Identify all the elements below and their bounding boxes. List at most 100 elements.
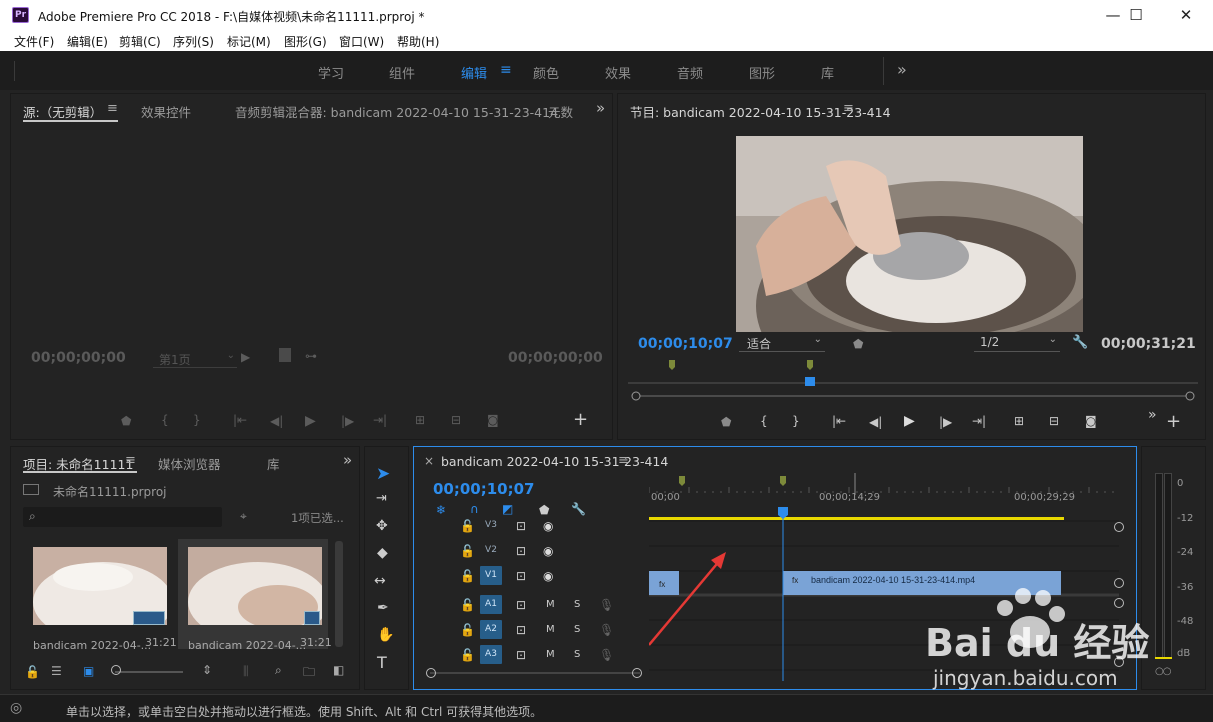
go-to-in-icon[interactable]: |⇤ xyxy=(233,413,247,427)
lift-icon[interactable]: ⊞ xyxy=(1014,414,1024,428)
menu-clip[interactable]: 剪辑(C) xyxy=(119,33,161,50)
close-button[interactable]: ✕ xyxy=(1159,0,1213,30)
toggle-output-eye-icon[interactable]: ◉ xyxy=(543,544,553,558)
workspace-more-button[interactable]: » xyxy=(897,60,907,79)
mark-in-icon[interactable]: { xyxy=(161,413,169,427)
snap-icon[interactable]: ∩ xyxy=(470,502,479,516)
track-lock-icon[interactable]: 🔓 xyxy=(460,569,475,583)
sync-lock-icon[interactable]: ⊡ xyxy=(516,519,526,533)
camera-icon[interactable]: ◙ xyxy=(487,413,499,427)
list-view-icon[interactable]: ☰ xyxy=(51,664,62,678)
step-back-icon[interactable]: ◀| xyxy=(869,415,882,429)
step-back-icon[interactable]: ◀| xyxy=(270,414,283,428)
insert-icon[interactable]: ⊞ xyxy=(415,413,425,427)
menu-graphics[interactable]: 图形(G) xyxy=(284,33,327,50)
menu-marker[interactable]: 标记(M) xyxy=(227,33,271,50)
new-item-icon[interactable]: ◧ xyxy=(333,663,344,677)
maximize-button[interactable]: ☐ xyxy=(1113,0,1159,30)
menu-file[interactable]: 文件(F) xyxy=(14,33,54,50)
drag-icon[interactable]: ⊶ xyxy=(305,349,317,363)
close-sequence-icon[interactable]: × xyxy=(424,454,434,468)
find-icon[interactable]: ⌖ xyxy=(240,509,247,524)
sort-icon[interactable]: ⇕ xyxy=(202,663,212,677)
track-target-a2[interactable]: A2 xyxy=(480,620,502,639)
timeline-current-timecode[interactable]: 00;00;10;07 xyxy=(433,480,535,498)
mark-out-icon[interactable]: } xyxy=(792,414,800,428)
track-select-tool-icon[interactable]: ⇥ xyxy=(376,491,387,506)
project-scrollbar[interactable] xyxy=(335,541,343,647)
workspace-learn[interactable]: 学习 xyxy=(318,63,344,82)
track-lock-icon[interactable]: 🔓 xyxy=(460,598,475,612)
horizontal-scrollbar[interactable] xyxy=(430,672,640,674)
tab-audio-clip-mixer[interactable]: 音频剪辑混合器: bandicam 2022-04-10 15-31-23-41… xyxy=(235,102,558,121)
icon-view-icon[interactable]: ▣ xyxy=(83,664,94,678)
play-icon[interactable]: ▶ xyxy=(904,413,915,429)
sync-lock-icon[interactable]: ⊡ xyxy=(516,648,526,662)
mute-button[interactable]: M xyxy=(546,624,555,635)
project-search-input[interactable]: ⌕ xyxy=(23,507,222,527)
mark-out-icon[interactable]: } xyxy=(193,413,201,427)
menu-edit[interactable]: 编辑(E) xyxy=(67,33,108,50)
sync-lock-icon[interactable]: ⊡ xyxy=(516,598,526,612)
track-lock-icon[interactable]: 🔓 xyxy=(460,544,475,558)
track-target-v1[interactable]: V1 xyxy=(480,566,502,585)
workspace-graphics[interactable]: 图形 xyxy=(749,63,775,82)
add-button-icon[interactable]: + xyxy=(573,409,588,430)
project-tab-menu-icon[interactable]: ≡ xyxy=(125,453,136,468)
scroll-handle-left[interactable] xyxy=(426,668,436,678)
track-target-v3[interactable]: V3 xyxy=(480,516,502,535)
wrench-icon[interactable]: 🔧 xyxy=(1072,335,1088,350)
track-lock-icon[interactable]: 🔓 xyxy=(460,623,475,637)
zoom-fit-select[interactable]: 适合 ⌄ xyxy=(739,334,825,352)
slip-tool-icon[interactable]: ↔ xyxy=(374,573,386,589)
type-tool-icon[interactable]: T xyxy=(377,653,387,672)
linked-selection-icon[interactable]: ◩ xyxy=(502,502,513,516)
lock-icon[interactable]: 🔓 xyxy=(25,665,40,679)
go-to-in-icon[interactable]: |⇤ xyxy=(832,414,846,428)
add-button-icon[interactable]: + xyxy=(1166,411,1181,432)
pen-tool-icon[interactable]: ✒ xyxy=(377,600,389,616)
program-mini-ruler[interactable] xyxy=(628,356,1198,404)
ripple-edit-tool-icon[interactable]: ✥ xyxy=(376,518,388,534)
solo-button[interactable]: S xyxy=(574,649,580,660)
marker-icon[interactable]: ⬟ xyxy=(721,415,731,429)
program-tab-menu-icon[interactable]: ≡ xyxy=(843,101,854,116)
project-item[interactable]: bandicam 2022-04-... 31:21 xyxy=(23,539,177,652)
sync-lock-icon[interactable]: ⊡ xyxy=(516,569,526,583)
sync-lock-icon[interactable]: ⊡ xyxy=(516,623,526,637)
workspace-libraries[interactable]: 库 xyxy=(821,63,834,82)
workspace-assembly[interactable]: 组件 xyxy=(389,63,415,82)
track-target-a1[interactable]: A1 xyxy=(480,595,502,614)
workspace-audio[interactable]: 音频 xyxy=(677,63,703,82)
hand-tool-icon[interactable]: ✋ xyxy=(377,627,394,643)
track-target-a3[interactable]: A3 xyxy=(480,645,502,664)
marker-icon[interactable]: ⬟ xyxy=(853,337,863,351)
track-target-v2[interactable]: V2 xyxy=(480,541,502,560)
video-vertical-scroll-handle[interactable] xyxy=(1114,522,1124,532)
tab-effect-controls[interactable]: 效果控件 xyxy=(141,102,191,121)
mute-button[interactable]: M xyxy=(546,649,555,660)
solo-button[interactable]: S xyxy=(574,624,580,635)
workspace-effects[interactable]: 效果 xyxy=(605,63,631,82)
add-marker-icon[interactable]: ⬟ xyxy=(539,503,549,517)
new-bin-icon[interactable]: 🗀 xyxy=(303,663,315,684)
menu-help[interactable]: 帮助(H) xyxy=(397,33,439,50)
zoom-slider[interactable] xyxy=(115,671,183,673)
marker-icon[interactable]: ⬟ xyxy=(121,414,131,428)
source-tab-menu-icon[interactable]: ≡ xyxy=(107,101,118,116)
project-more-button[interactable]: » xyxy=(343,451,352,469)
meter-solo-buttons[interactable]: ○○ xyxy=(1155,666,1171,677)
step-forward-icon[interactable]: |▶ xyxy=(939,415,952,429)
safe-margin-icon[interactable] xyxy=(279,348,291,362)
page-select[interactable]: 第1页 ⌄ xyxy=(153,348,237,368)
tab-libraries[interactable]: 库 xyxy=(267,454,280,473)
tab-metadata[interactable]: 元数 xyxy=(548,102,573,121)
voice-over-mic-icon[interactable]: 🎙 xyxy=(599,648,614,662)
workspace-color[interactable]: 颜色 xyxy=(533,63,559,82)
program-current-timecode[interactable]: 00;00;10;07 xyxy=(638,336,733,352)
overwrite-icon[interactable]: ⊟ xyxy=(451,413,461,427)
razor-tool-icon[interactable]: ◆ xyxy=(377,545,388,561)
go-to-out-icon[interactable]: ⇥| xyxy=(373,413,387,427)
track-lock-icon[interactable]: 🔓 xyxy=(460,519,475,533)
resolution-select[interactable]: 1/2 ⌄ xyxy=(974,334,1060,352)
